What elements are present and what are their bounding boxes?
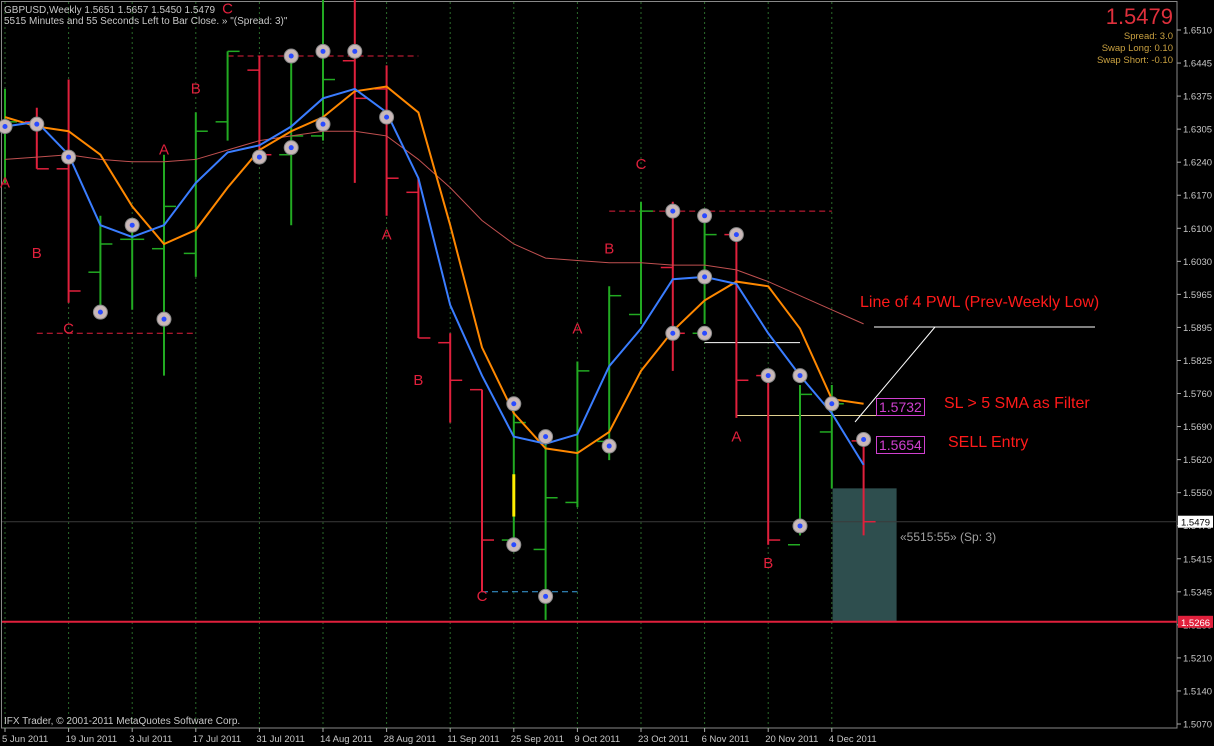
stop-loss-price-box: 1.5732 [876, 398, 925, 416]
fast-ma-line [4, 87, 865, 466]
symbol-info: GBPUSD,Weekly 1.5651 1.5657 1.5450 1.547… [4, 5, 216, 16]
swap-short-info: Swap Short: -0.10 [1096, 55, 1173, 66]
price-axis-label: 1.6375 [1183, 92, 1212, 103]
wave-label: A [731, 428, 741, 445]
time-axis-label: 9 Oct 2011 [574, 734, 620, 745]
time-axis-label: 31 Jul 2011 [256, 734, 304, 745]
wave-label: A [382, 226, 392, 243]
pivot-marker-dot [543, 593, 549, 599]
pivot-marker-dot [288, 53, 294, 59]
price-axis-label: 1.6170 [1183, 191, 1212, 202]
chart-area[interactable]: ABCABCABCABCAB1.65101.64451.63751.63051.… [0, 0, 1214, 746]
pivot-marker-dot [702, 330, 708, 336]
countdown-timer-label: «5515:55» (Sp: 3) [900, 530, 997, 544]
pivot-marker-dot [320, 48, 326, 54]
bar-close-timer-status: 5515 Minutes and 55 Seconds Left to Bar … [4, 16, 288, 27]
pivot-marker-dot [861, 436, 867, 442]
wave-label: B [763, 555, 773, 572]
pivot-marker-dot [606, 443, 612, 449]
wave-label: B [604, 240, 614, 257]
price-axis-label: 1.6510 [1183, 26, 1212, 37]
wave-label: C [477, 588, 488, 605]
pivot-marker-dot [66, 154, 72, 160]
pivot-marker-dot [320, 121, 326, 127]
pivot-marker-dot [797, 523, 803, 529]
pivot-marker-dot [702, 274, 708, 280]
price-axis-label: 1.5140 [1183, 686, 1212, 697]
price-axis-label: 1.5620 [1183, 455, 1212, 466]
pivot-marker-dot [256, 154, 262, 160]
time-axis-label: 6 Nov 2011 [702, 734, 750, 745]
price-axis-label: 1.5760 [1183, 389, 1212, 400]
support-price-tag-label: 1.5266 [1181, 618, 1210, 629]
pivot-marker-dot [543, 434, 549, 440]
price-axis-label: 1.5415 [1183, 554, 1212, 565]
price-axis-label: 1.5070 [1183, 720, 1212, 731]
entry-price-box: 1.5654 [876, 436, 925, 454]
copyright-text: IFX Trader, © 2001-2011 MetaQuotes Softw… [4, 716, 241, 727]
price-axis-label: 1.6100 [1183, 224, 1212, 235]
pivot-marker-dot [511, 542, 517, 548]
price-axis-label: 1.5690 [1183, 422, 1212, 433]
wave-label: B [191, 81, 201, 98]
wave-label: C [636, 156, 647, 173]
pivot-marker-dot [797, 373, 803, 379]
current-price-display: 1.5479 [1105, 4, 1173, 29]
price-axis-label: 1.5965 [1183, 290, 1212, 301]
price-axis-label: 1.6305 [1183, 125, 1212, 136]
stop-loss-annotation: SL > 5 SMA as Filter [944, 395, 1090, 412]
wave-label: A [0, 175, 10, 192]
pivot-marker-dot [511, 401, 517, 407]
pivot-marker-dot [352, 48, 358, 54]
price-axis-label: 1.6030 [1183, 257, 1212, 268]
time-axis-label: 23 Oct 2011 [638, 734, 689, 745]
time-axis-label: 4 Dec 2011 [829, 734, 877, 745]
pivot-marker-dot [161, 316, 167, 322]
pivot-marker-dot [384, 114, 390, 120]
time-axis-label: 11 Sep 2011 [447, 734, 499, 745]
time-axis-label: 5 Jun 2011 [2, 734, 48, 745]
price-axis-label: 1.5825 [1183, 356, 1212, 367]
swap-long-info: Swap Long: 0.10 [1101, 43, 1173, 54]
pivot-marker-dot [765, 373, 771, 379]
price-axis-label: 1.5550 [1183, 488, 1212, 499]
time-axis-label: 14 Aug 2011 [320, 734, 373, 745]
pivot-marker-dot [670, 330, 676, 336]
time-axis-label: 25 Sep 2011 [511, 734, 564, 745]
wave-label: A [572, 320, 582, 337]
time-axis-label: 3 Jul 2011 [129, 734, 172, 745]
wave-label: A [159, 142, 169, 159]
pivot-marker-dot [97, 309, 103, 315]
pivot-marker-dot [129, 222, 135, 228]
pivot-marker-dot [702, 213, 708, 219]
price-axis-label: 1.6445 [1183, 59, 1212, 70]
price-axis-label: 1.6240 [1183, 158, 1212, 169]
wave-label: B [32, 245, 42, 262]
pivot-marker-dot [829, 401, 835, 407]
sell-entry-annotation: SELL Entry [948, 434, 1029, 451]
spread-info: Spread: 3.0 [1123, 31, 1173, 42]
pivot-marker-dot [670, 208, 676, 214]
time-axis-label: 28 Aug 2011 [384, 734, 437, 745]
time-axis-label: 20 Nov 2011 [765, 734, 818, 745]
time-axis-label: 19 Jun 2011 [66, 734, 118, 745]
wave-label: B [413, 372, 423, 389]
price-axis-label: 1.5895 [1183, 323, 1212, 334]
price-axis-label: 1.5345 [1183, 587, 1212, 598]
pivot-marker-dot [288, 145, 294, 151]
price-axis-label: 1.5210 [1183, 653, 1212, 664]
pwl-annotation: Line of 4 PWL (Prev-Weekly Low) [860, 294, 1100, 311]
pivot-marker-dot [34, 121, 40, 127]
wave-label: C [63, 320, 74, 337]
pivot-marker-dot [733, 232, 739, 238]
plot-border [1, 1, 1178, 729]
pivot-marker-dot [2, 124, 8, 130]
time-axis-label: 17 Jul 2011 [193, 734, 241, 745]
current-price-tag-label: 1.5479 [1181, 518, 1210, 529]
